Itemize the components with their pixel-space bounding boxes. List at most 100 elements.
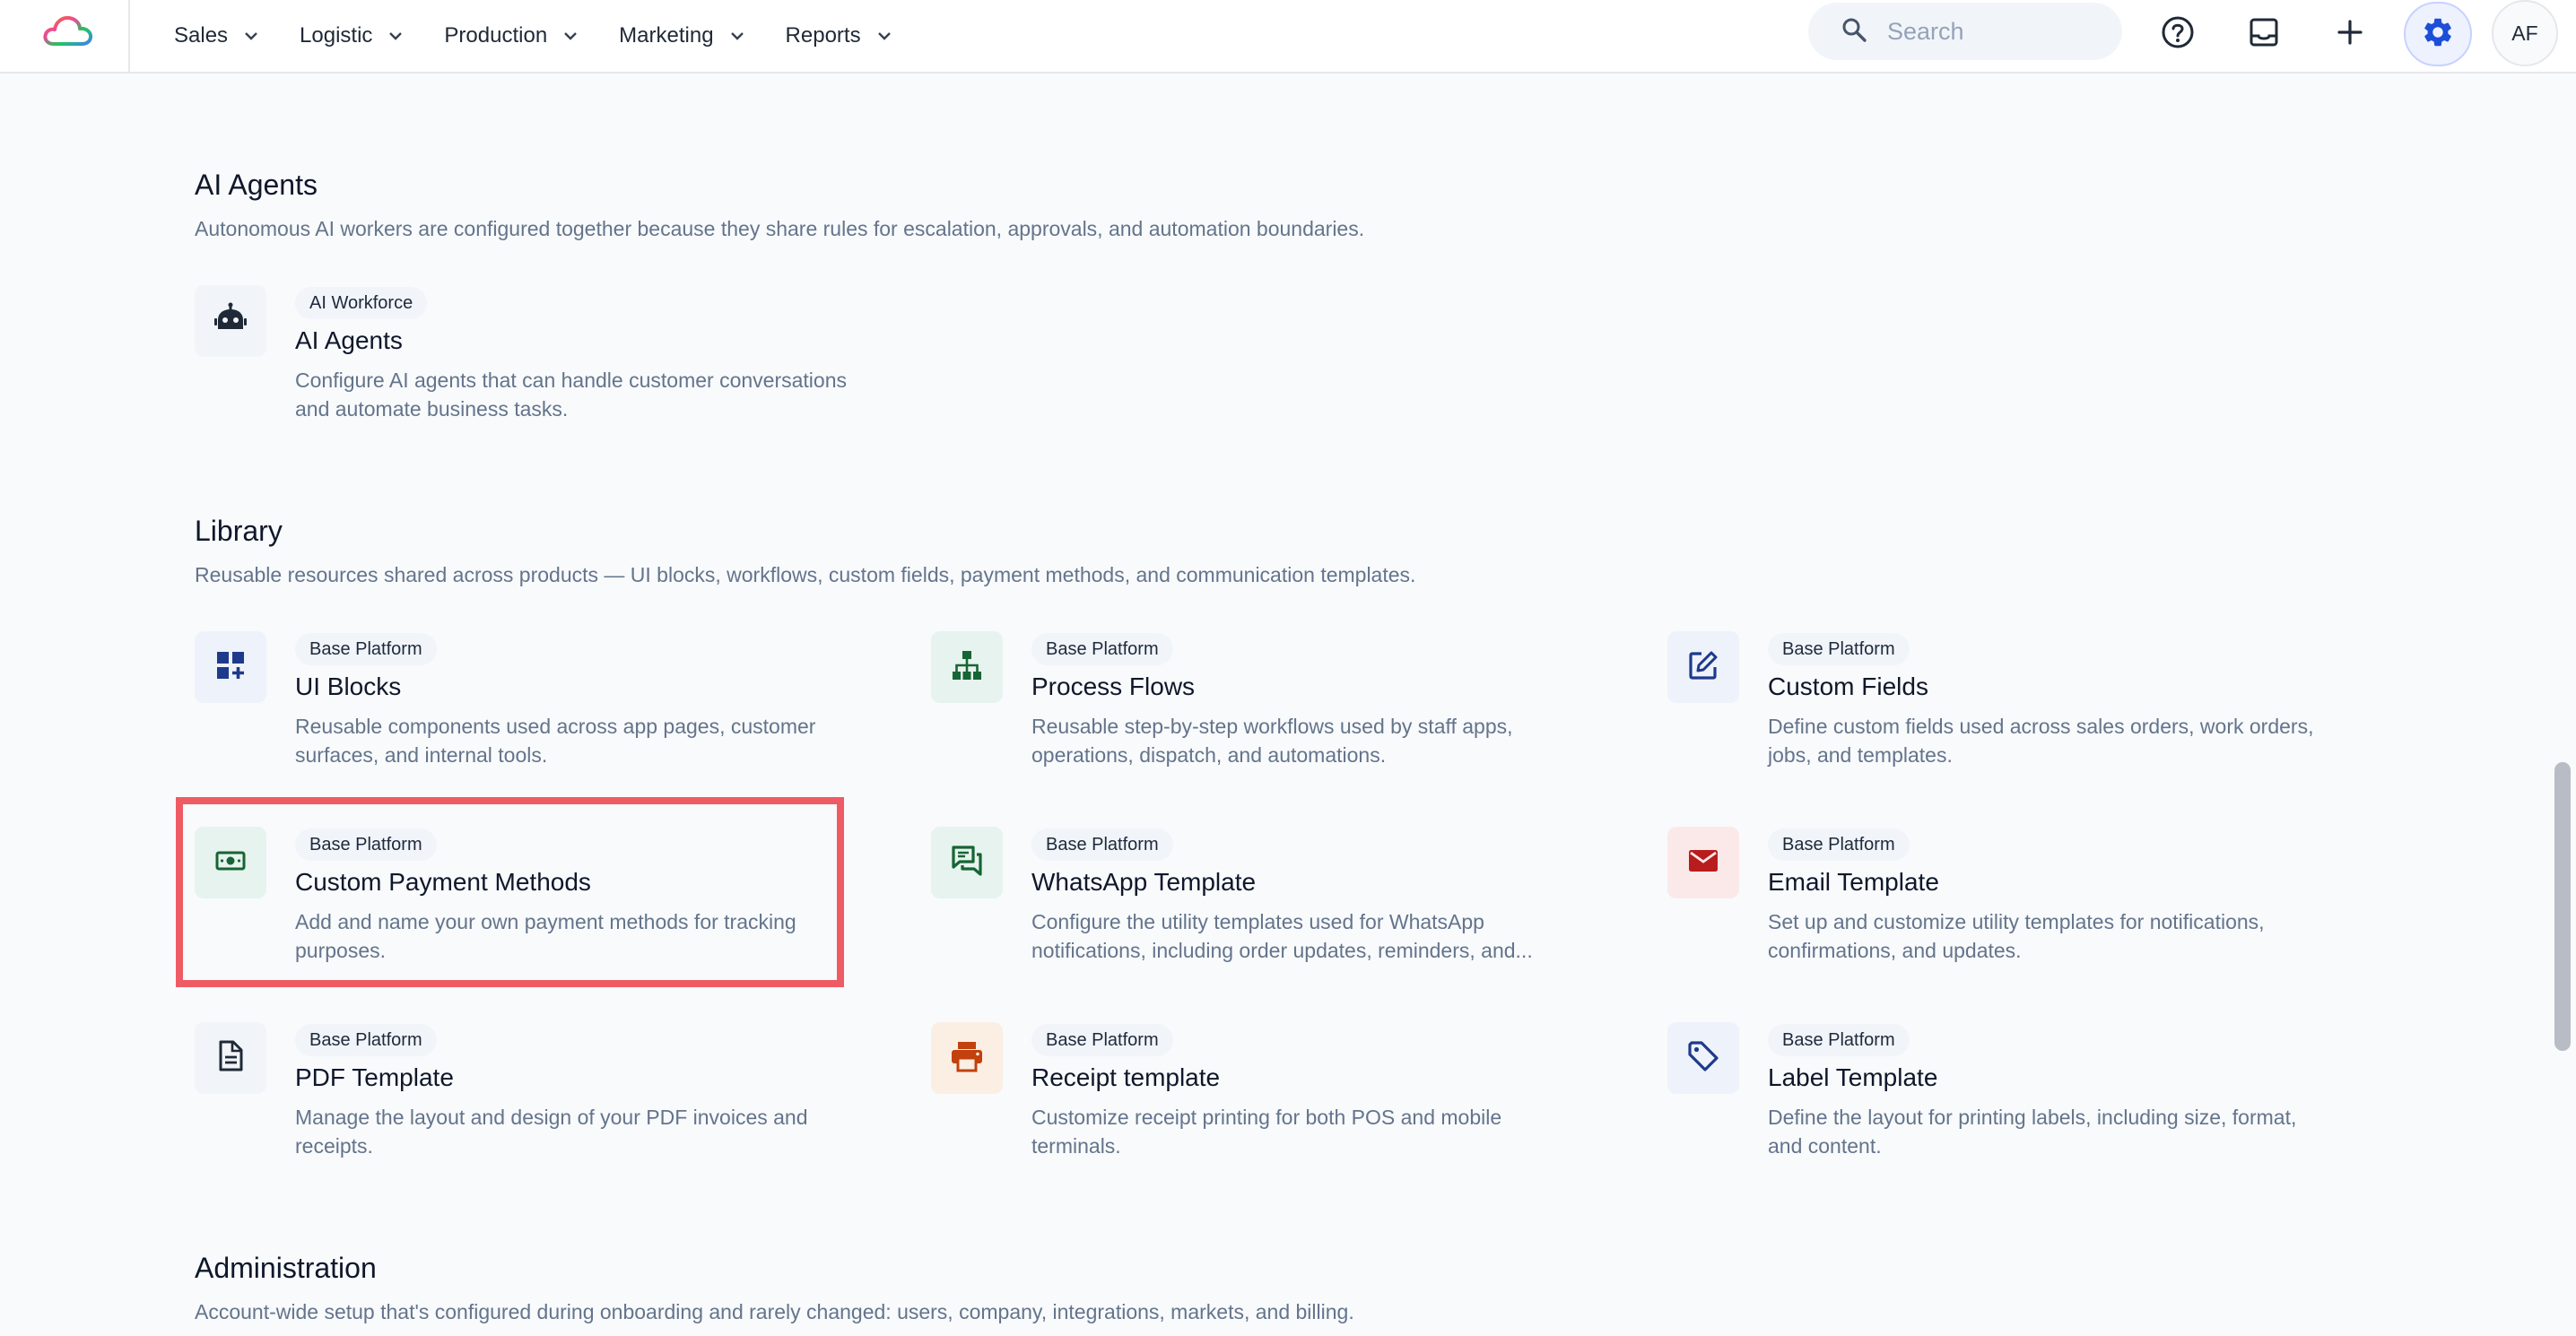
search-icon [1841, 16, 1867, 48]
nav-item-marketing[interactable]: Marketing [619, 23, 744, 48]
avatar[interactable]: AF [2492, 0, 2558, 66]
card-title: Process Flows [1031, 672, 1196, 700]
chevron-down-icon [388, 31, 403, 40]
card-title: UI Blocks [295, 672, 402, 700]
printer-icon [950, 1040, 984, 1077]
card-description: Configure the utility templates used for… [1031, 910, 1533, 962]
banknote-icon [214, 845, 247, 881]
card-icon-box [931, 631, 1003, 703]
card-icon-box [931, 827, 1003, 898]
section-description-administration: Account-wide setup that's configured dur… [195, 1300, 1354, 1323]
nav-label: Production [444, 23, 548, 48]
card-receipt-template[interactable]: Base Platform Receipt template Customize… [931, 1022, 1595, 1175]
nav-item-reports[interactable]: Reports [786, 23, 892, 48]
card-badge: Base Platform [1031, 633, 1173, 665]
card-title: Receipt template [1031, 1063, 1221, 1091]
card-title: Email Template [1768, 868, 1939, 896]
nav-item-logistic[interactable]: Logistic [300, 23, 403, 48]
robot-icon [213, 302, 248, 341]
card-icon-box [195, 285, 266, 357]
document-icon [215, 1040, 246, 1077]
add-button[interactable] [2321, 5, 2379, 63]
card-pdf-template[interactable]: Base Platform PDF Template Manage the la… [195, 1022, 858, 1175]
card-badge: Base Platform [1031, 1024, 1173, 1056]
section-description-ai-agents: Autonomous AI workers are configured tog… [195, 217, 1365, 240]
card-badge: AI Workforce [295, 287, 428, 319]
card-badge: Base Platform [295, 1024, 437, 1056]
mail-icon [1687, 845, 1719, 881]
cloud-logo-icon [43, 15, 93, 46]
card-title: Custom Payment Methods [295, 868, 591, 896]
chevron-down-icon [730, 31, 744, 40]
scrollbar-track [2553, 74, 2576, 1336]
search-input[interactable] [1885, 16, 2104, 47]
card-title: WhatsApp Template [1031, 868, 1257, 896]
card-description: Reusable step-by-step workflows used by … [1031, 715, 1513, 767]
section-title-library: Library [195, 515, 283, 547]
card-title: AI Agents [295, 326, 403, 354]
plus-icon [2337, 19, 2363, 50]
card-icon-box [195, 631, 266, 703]
tag-icon [1686, 1039, 1720, 1078]
nav-label: Sales [174, 23, 229, 48]
card-ai-agents[interactable]: AI Workforce AI Agents Configure AI agen… [195, 285, 858, 438]
card-title: PDF Template [295, 1063, 454, 1091]
inbox-icon [2248, 16, 2280, 53]
card-description: Manage the layout and design of your PDF… [295, 1106, 808, 1158]
scrollbar-thumb[interactable] [2554, 762, 2571, 1051]
card-description: Set up and customize utility templates f… [1768, 910, 2265, 962]
section-description-library: Reusable resources shared across product… [195, 563, 1416, 586]
nav-item-sales[interactable]: Sales [174, 23, 258, 48]
card-whatsapp-template[interactable]: Base Platform WhatsApp Template Configur… [931, 827, 1595, 979]
card-icon-box [931, 1022, 1003, 1094]
card-label-template[interactable]: Base Platform Label Template Define the … [1667, 1022, 2331, 1175]
card-icon-box [195, 1022, 266, 1094]
nav-label: Logistic [300, 23, 373, 48]
card-icon-box [1667, 631, 1739, 703]
card-description: Define custom fields used across sales o… [1768, 715, 2314, 767]
help-icon [2161, 15, 2195, 54]
card-icon-box [195, 827, 266, 898]
card-title: Custom Fields [1768, 672, 1928, 700]
gear-icon [2421, 15, 2455, 54]
card-description: Add and name your own payment methods fo… [295, 910, 796, 962]
card-icon-box [1667, 1022, 1739, 1094]
card-badge: Base Platform [1768, 1024, 1910, 1056]
chevron-down-icon [563, 31, 578, 40]
card-description: Customize receipt printing for both POS … [1031, 1106, 1502, 1158]
card-icon-box [1667, 827, 1739, 898]
card-title: Label Template [1768, 1063, 1938, 1091]
section-title-administration: Administration [195, 1252, 377, 1284]
edit-square-icon [1687, 649, 1719, 686]
settings-button[interactable] [2404, 2, 2472, 66]
card-process-flows[interactable]: Base Platform Process Flows Reusable ste… [931, 631, 1595, 784]
chevron-down-icon [877, 31, 892, 40]
nav-label: Reports [785, 23, 861, 48]
help-button[interactable] [2149, 5, 2206, 63]
card-email-template[interactable]: Base Platform Email Template Set up and … [1667, 827, 2331, 979]
nav-label: Marketing [619, 23, 714, 48]
chevron-down-icon [244, 31, 258, 40]
card-badge: Base Platform [295, 828, 437, 861]
logo[interactable] [0, 0, 130, 72]
chat-icon [950, 844, 984, 882]
avatar-initials: AF [2511, 21, 2538, 45]
card-description: Configure AI agents that can handle cust… [295, 369, 847, 421]
card-custom-fields[interactable]: Base Platform Custom Fields Define custo… [1667, 631, 2331, 784]
section-title-ai-agents: AI Agents [195, 169, 318, 201]
dashboard-add-icon [214, 649, 247, 686]
card-custom-payment-methods[interactable]: Base Platform Custom Payment Methods Add… [195, 827, 858, 979]
card-description: Define the layout for printing labels, i… [1768, 1106, 2297, 1158]
card-badge: Base Platform [1768, 828, 1910, 861]
card-badge: Base Platform [1768, 633, 1910, 665]
card-description: Reusable components used across app page… [295, 715, 816, 767]
main-nav: Sales Logistic Production Marketing Repo… [174, 0, 933, 72]
top-bar: Sales Logistic Production Marketing Repo… [0, 0, 2576, 74]
nav-item-production[interactable]: Production [444, 23, 578, 48]
card-badge: Base Platform [295, 633, 437, 665]
inbox-button[interactable] [2235, 5, 2293, 63]
card-ui-blocks[interactable]: Base Platform UI Blocks Reusable compone… [195, 631, 858, 784]
search-box[interactable] [1808, 3, 2122, 60]
sitemap-icon [950, 648, 984, 687]
card-badge: Base Platform [1031, 828, 1173, 861]
